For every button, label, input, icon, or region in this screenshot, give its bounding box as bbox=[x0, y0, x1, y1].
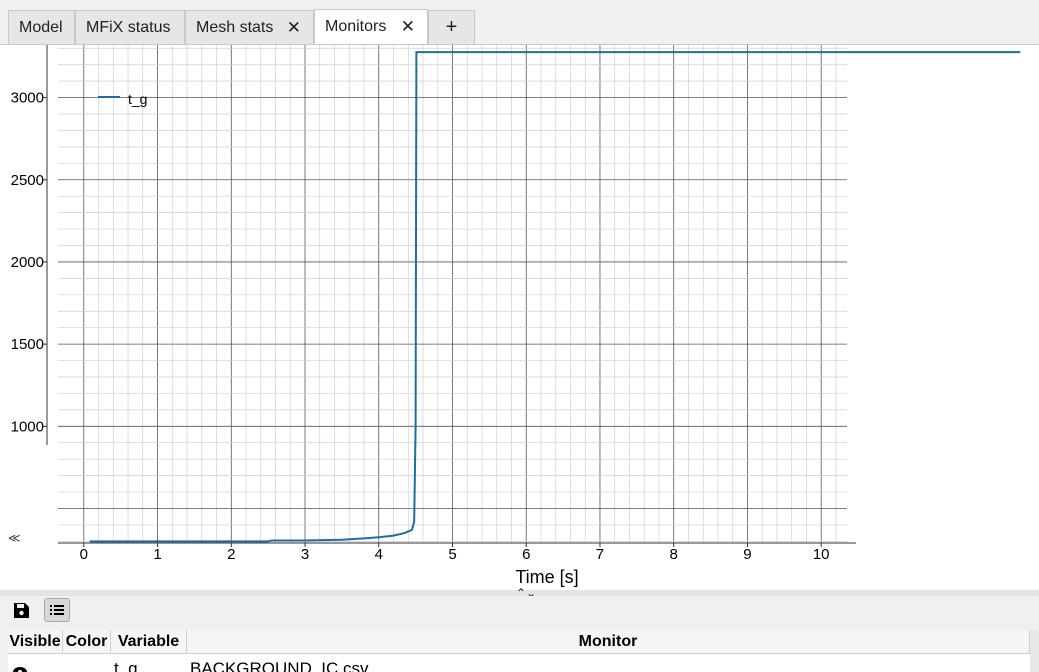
x-tick-label: 6 bbox=[522, 546, 530, 563]
list-view-button[interactable] bbox=[44, 598, 70, 622]
close-icon[interactable]: ✕ bbox=[401, 10, 415, 43]
monitor-chart[interactable]: 0 1 2 3 4 5 6 7 8 9 10 1000 1500 2000 2500 3000 Time [s]… bbox=[8, 45, 1039, 590]
tab-mesh-stats[interactable]: Mesh stats ✕ bbox=[185, 10, 314, 44]
variable-cell: t_g bbox=[114, 659, 138, 672]
table-row[interactable]: t_g BACKGROUND_IC.csv bbox=[8, 654, 1030, 672]
save-button[interactable] bbox=[8, 598, 34, 622]
scrollbar[interactable] bbox=[1030, 630, 1039, 672]
tab-model[interactable]: Model bbox=[8, 10, 75, 44]
list-icon bbox=[50, 605, 64, 615]
y-tick-label: 3000 bbox=[11, 90, 44, 107]
tab-monitors[interactable]: Monitors ✕ bbox=[314, 9, 428, 44]
series-line-t_g bbox=[89, 51, 1021, 543]
tab-mfix-status[interactable]: MFiX status bbox=[75, 10, 185, 44]
close-icon[interactable]: ✕ bbox=[287, 11, 301, 44]
column-header-color[interactable]: Color bbox=[63, 630, 111, 654]
x-axis-label: Time [s] bbox=[515, 567, 578, 587]
column-header-visible[interactable]: Visible bbox=[8, 630, 63, 654]
legend-label: t_g bbox=[128, 91, 147, 107]
collapse-left-icon[interactable]: ≪ bbox=[8, 531, 21, 545]
y-tick-label: 1500 bbox=[11, 336, 44, 353]
x-tick-label: 1 bbox=[153, 546, 161, 563]
x-tick-label: 5 bbox=[448, 546, 456, 563]
monitor-table: Visible Color Variable Monitor t_g BACKG… bbox=[0, 626, 1039, 672]
x-tick-label: 4 bbox=[375, 546, 383, 563]
tab-model-label: Model bbox=[19, 19, 63, 36]
add-tab-button[interactable]: + bbox=[428, 10, 475, 44]
monitor-plot-panel: 0 1 2 3 4 5 6 7 8 9 10 1000 1500 2000 2500 3000 Time [s]… bbox=[8, 45, 1039, 590]
visible-eye-icon[interactable] bbox=[12, 662, 28, 672]
monitor-toolbar bbox=[0, 596, 1039, 626]
column-header-monitor[interactable]: Monitor bbox=[187, 630, 1030, 654]
x-tick-label: 10 bbox=[813, 546, 830, 563]
x-tick-label: 9 bbox=[743, 546, 751, 563]
y-tick-label: 1000 bbox=[11, 418, 44, 435]
plus-icon: + bbox=[445, 16, 458, 38]
x-tick-label: 7 bbox=[596, 546, 604, 563]
y-tick-label: 2500 bbox=[11, 172, 44, 189]
tab-bar: Model MFiX status Mesh stats ✕ Monitors … bbox=[0, 0, 1039, 45]
x-tick-label: 3 bbox=[301, 546, 309, 563]
save-icon bbox=[14, 603, 29, 618]
x-tick-label: 8 bbox=[670, 546, 678, 563]
monitor-cell: BACKGROUND_IC.csv bbox=[190, 659, 369, 672]
tab-mfix-status-label: MFiX status bbox=[86, 19, 171, 36]
tab-mesh-stats-label: Mesh stats bbox=[196, 19, 274, 36]
x-tick-label: 2 bbox=[227, 546, 235, 563]
column-header-variable[interactable]: Variable bbox=[111, 630, 187, 654]
tab-monitors-label: Monitors bbox=[325, 18, 387, 35]
y-tick-label: 2000 bbox=[11, 254, 44, 271]
x-tick-label: 0 bbox=[80, 546, 88, 563]
